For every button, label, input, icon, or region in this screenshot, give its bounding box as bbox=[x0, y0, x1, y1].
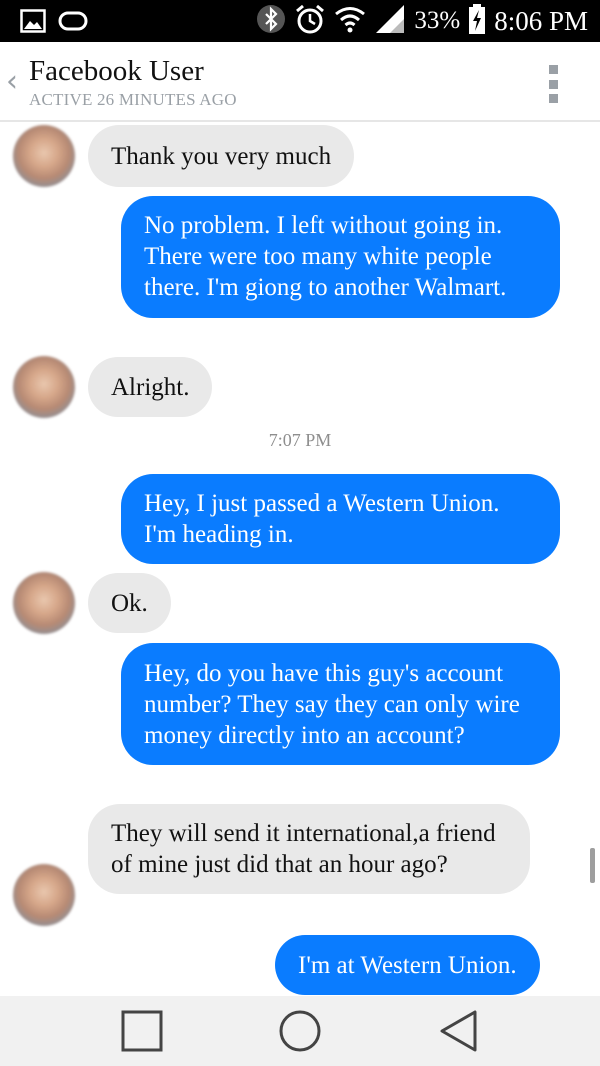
home-circle-icon[interactable] bbox=[275, 1006, 325, 1056]
status-bar: 33% 8:06 PM bbox=[0, 0, 600, 42]
contact-avatar[interactable] bbox=[13, 572, 75, 634]
alarm-icon bbox=[294, 3, 326, 40]
contact-avatar[interactable] bbox=[13, 125, 75, 187]
back-chevron-icon[interactable]: ‹ bbox=[6, 64, 18, 99]
contact-avatar[interactable] bbox=[13, 356, 75, 418]
message-list[interactable]: Thank you very much No problem. I left w… bbox=[0, 123, 600, 996]
outgoing-message-bubble[interactable]: I'm at Western Union. bbox=[275, 935, 540, 995]
wifi-icon bbox=[334, 5, 366, 38]
message-timestamp: 7:07 PM bbox=[268, 430, 332, 450]
outgoing-message-bubble[interactable]: Hey, do you have this guy's account numb… bbox=[121, 643, 560, 765]
incoming-message-bubble[interactable]: Alright. bbox=[88, 357, 213, 417]
recents-square-icon[interactable] bbox=[117, 1006, 167, 1056]
contact-active-status: ACTIVE 26 MINUTES AGO bbox=[29, 90, 237, 109]
outgoing-message-bubble[interactable]: Hey, I just passed a Western Union. I'm … bbox=[121, 474, 560, 564]
signal-icon bbox=[374, 4, 406, 39]
battery-percent: 33% bbox=[414, 7, 461, 34]
incoming-message-bubble[interactable]: Thank you very much bbox=[88, 125, 355, 187]
conversation-header: ‹ Facebook User ACTIVE 26 MINUTES AGO bbox=[0, 42, 600, 122]
voicemail-icon bbox=[58, 9, 88, 38]
status-right-icons: 33% 8:06 PM bbox=[256, 3, 588, 40]
back-triangle-icon[interactable] bbox=[434, 1006, 484, 1056]
overflow-menu-icon[interactable] bbox=[545, 65, 561, 103]
incoming-message-bubble[interactable]: They will send it international,a friend… bbox=[88, 804, 530, 894]
status-time: 8:06 PM bbox=[494, 5, 588, 36]
battery-charging-icon bbox=[468, 3, 486, 40]
outgoing-message-bubble[interactable]: No problem. I left without going in. The… bbox=[121, 196, 560, 318]
status-left-icons bbox=[20, 9, 88, 38]
contact-avatar[interactable] bbox=[13, 864, 75, 926]
incoming-message-bubble[interactable]: Ok. bbox=[88, 573, 171, 633]
bluetooth-icon bbox=[256, 4, 286, 39]
contact-name[interactable]: Facebook User bbox=[29, 55, 204, 88]
navigation-bar bbox=[0, 996, 600, 1066]
scrollbar-thumb[interactable] bbox=[590, 848, 595, 883]
gallery-icon bbox=[20, 9, 46, 38]
